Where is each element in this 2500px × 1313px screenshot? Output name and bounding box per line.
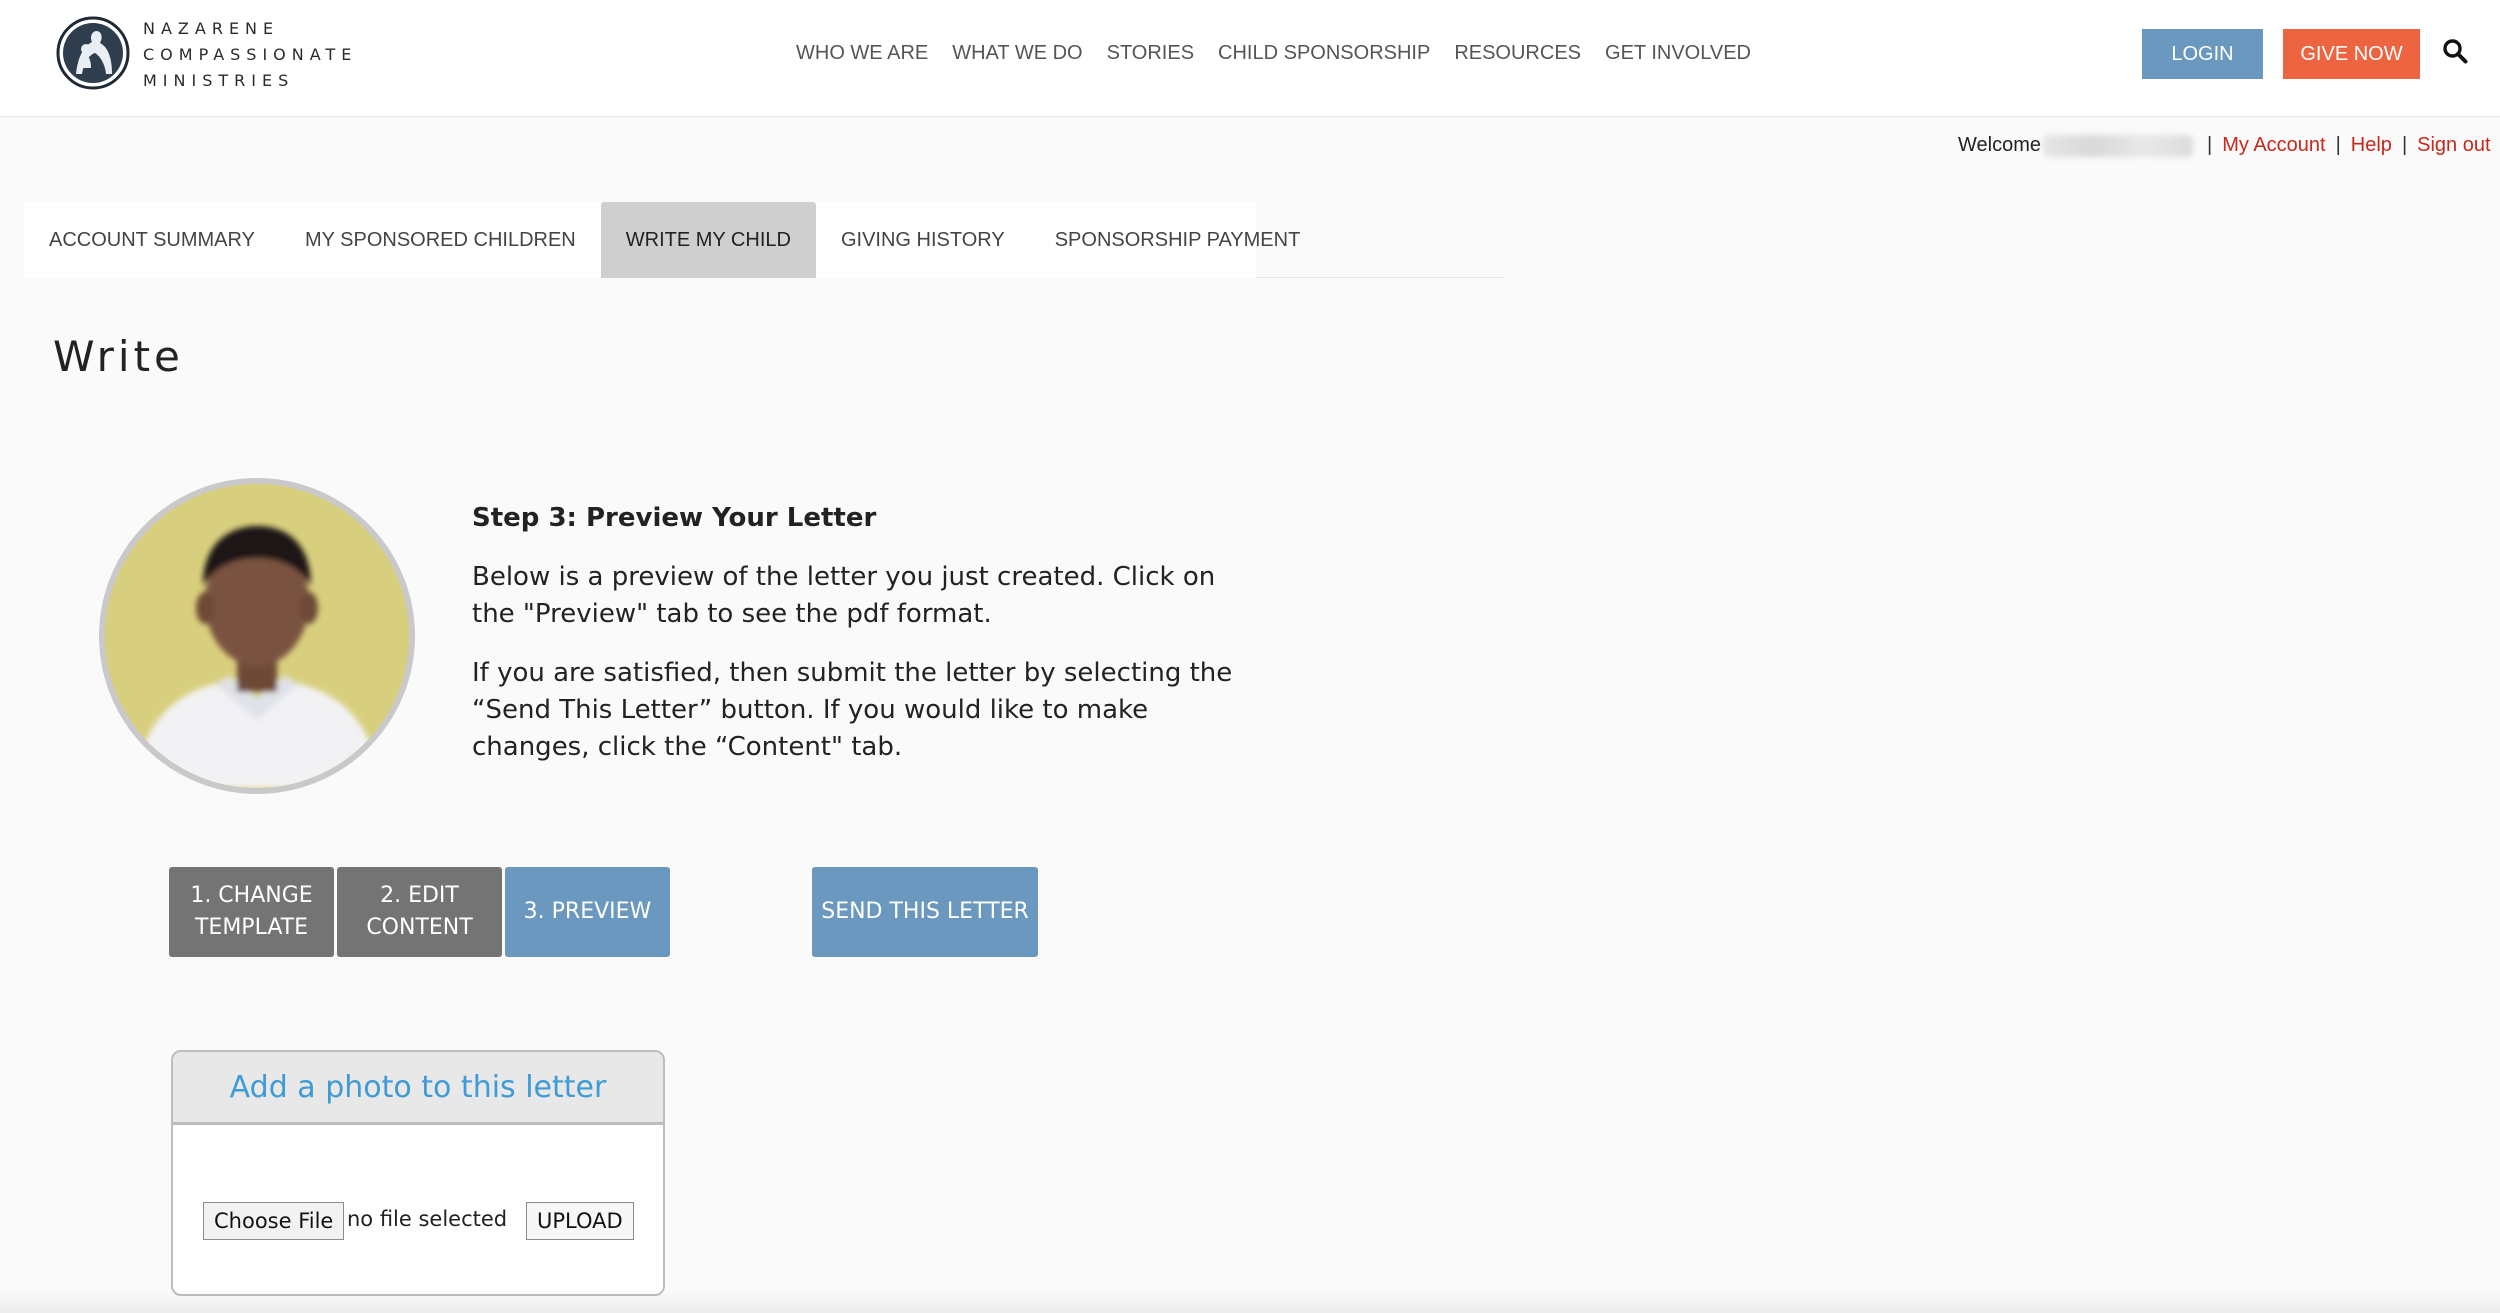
add-photo-body: Choose File no file selected UPLOAD [173, 1125, 663, 1294]
instructions-paragraph-1: Below is a preview of the letter you jus… [472, 562, 1216, 629]
change-template-label: 1. CHANGE TEMPLATE [190, 880, 312, 944]
tab-write-my-child[interactable]: WRITE MY CHILD [600, 202, 816, 278]
give-now-button[interactable]: GIVE NOW [2283, 29, 2420, 79]
edit-content-label-line-1: 2. EDIT [380, 883, 459, 908]
edit-content-label-line-2: CONTENT [366, 915, 473, 940]
page-title: Write [53, 332, 184, 381]
instructions-block: Step 3: Preview Your Letter Below is a p… [472, 500, 1252, 788]
my-account-link[interactable]: My Account [2222, 134, 2325, 157]
nav-item-child-sponsorship[interactable]: CHILD SPONSORSHIP [1206, 38, 1442, 68]
separator: | [2335, 134, 2341, 156]
logo-line-1: NAZARENE [143, 19, 280, 38]
edit-content-button[interactable]: 2. EDIT CONTENT [337, 867, 502, 957]
separator: | [2207, 134, 2213, 156]
tab-my-sponsored-children[interactable]: MY SPONSORED CHILDREN [280, 202, 601, 278]
preview-button[interactable]: 3. PREVIEW [505, 867, 670, 957]
tab-sponsorship-payment[interactable]: SPONSORSHIP PAYMENT [1030, 202, 1326, 278]
bottom-shadow [0, 1290, 2500, 1313]
nav-item-get-involved[interactable]: GET INVOLVED [1593, 38, 1763, 68]
account-tabs-row: ACCOUNT SUMMARY MY SPONSORED CHILDREN WR… [24, 202, 1300, 278]
nav-item-resources[interactable]: RESOURCES [1442, 38, 1593, 68]
edit-content-label: 2. EDIT CONTENT [366, 880, 472, 944]
add-photo-heading: Add a photo to this letter [173, 1052, 663, 1125]
child-photo [105, 484, 409, 788]
nav-item-what-we-do[interactable]: WHAT WE DO [940, 38, 1094, 68]
send-letter-button[interactable]: SEND THIS LETTER [812, 867, 1038, 957]
site-header: NAZARENE COMPASSIONATE MINISTRIES WHO WE… [0, 0, 2500, 117]
tab-giving-history[interactable]: GIVING HISTORY [816, 202, 1030, 278]
organization-name: NAZARENE COMPASSIONATE MINISTRIES [143, 16, 357, 94]
sign-out-link[interactable]: Sign out [2417, 134, 2490, 157]
file-status-text: no file selected [347, 1207, 508, 1231]
upload-button[interactable]: UPLOAD [526, 1202, 634, 1240]
tab-account-summary[interactable]: ACCOUNT SUMMARY [24, 202, 280, 278]
main-navigation: WHO WE ARE WHAT WE DO STORIES CHILD SPON… [796, 38, 1763, 68]
step-title: Step 3: Preview Your Letter [472, 503, 877, 533]
welcome-label: Welcome [1958, 134, 2041, 156]
change-template-button[interactable]: 1. CHANGE TEMPLATE [169, 867, 334, 957]
nav-item-who-we-are[interactable]: WHO WE ARE [796, 38, 940, 68]
account-tabs: ACCOUNT SUMMARY MY SPONSORED CHILDREN WR… [24, 202, 1504, 278]
change-template-label-line-1: 1. CHANGE [190, 883, 313, 908]
account-welcome-bar: Welcome | My Account | Help | Sign out [1958, 134, 2491, 157]
nav-item-stories[interactable]: STORIES [1095, 38, 1206, 68]
help-link[interactable]: Help [2351, 134, 2392, 157]
add-photo-panel: Add a photo to this letter Choose File n… [171, 1050, 665, 1296]
search-icon[interactable] [2442, 38, 2468, 64]
change-template-label-line-2: TEMPLATE [194, 915, 309, 940]
logo-line-3: MINISTRIES [143, 71, 295, 90]
organization-logo[interactable] [56, 16, 130, 90]
child-photo-avatar [99, 478, 415, 794]
instructions-paragraph-2: If you are satisfied, then submit the le… [472, 658, 1233, 762]
separator: | [2401, 134, 2408, 156]
logo-line-2: COMPASSIONATE [143, 45, 358, 64]
user-name-redacted [2043, 134, 2193, 157]
choose-file-button[interactable]: Choose File [203, 1202, 345, 1240]
login-button[interactable]: LOGIN [2142, 29, 2263, 79]
